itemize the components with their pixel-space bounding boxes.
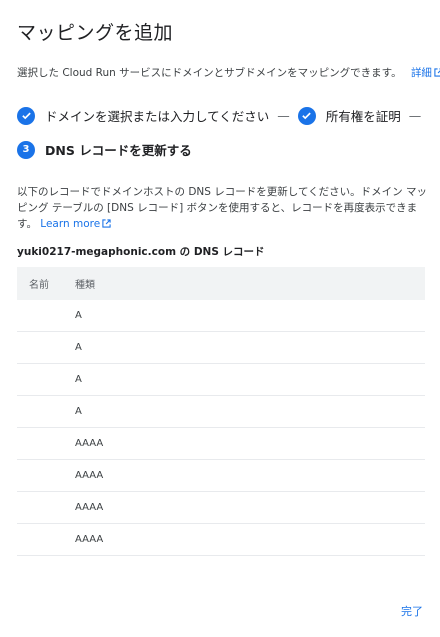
dialog-title: マッピングを追加 (17, 22, 174, 44)
table-row: AAAA (17, 428, 425, 460)
step-3: 3 DNS レコードを更新する (17, 140, 192, 159)
table-header: 名前 種類 (17, 267, 425, 300)
record-type: A (75, 342, 82, 353)
step-1-label: ドメインを選択または入力してください (45, 109, 270, 124)
table-body: A A A A AAAA AAAA AAAA AAAA (17, 300, 425, 556)
step-2-label: 所有権を証明 (325, 109, 401, 124)
table-row: AAAA (17, 524, 425, 556)
check-circle-icon (17, 106, 35, 125)
column-header-name: 名前 (29, 280, 49, 291)
record-type: AAAA (75, 534, 104, 545)
table-row: A (17, 300, 425, 332)
step-3-label: DNS レコードを更新する (45, 143, 192, 158)
record-type: A (75, 406, 82, 417)
check-circle-icon (297, 106, 316, 125)
record-type: A (75, 374, 82, 385)
record-type: AAAA (75, 502, 104, 513)
external-link-icon (102, 219, 111, 228)
done-button[interactable]: 完了 (401, 603, 423, 619)
description-text: 選択した Cloud Run サービスにドメインとサブドメインをマッピングできま… (17, 67, 402, 79)
table-row: A (17, 396, 425, 428)
learn-more-link[interactable]: Learn more (40, 218, 111, 230)
column-header-type: 種類 (75, 280, 95, 291)
table-row: A (17, 332, 425, 364)
table-row: AAAA (17, 460, 425, 492)
details-link[interactable]: 詳細 (411, 67, 440, 79)
dialog-description: 選択した Cloud Run サービスにドメインとサブドメインをマッピングできま… (17, 65, 440, 80)
step-separator: — (408, 108, 422, 123)
learn-more-label: Learn more (40, 218, 101, 230)
instructions: 以下のレコードでドメインホストの DNS レコードを更新してください。ドメイン … (17, 184, 427, 232)
record-type: A (75, 310, 82, 321)
step-3-number: 3 (17, 140, 35, 159)
record-type: AAAA (75, 438, 104, 449)
stepper: ドメインを選択または入力してください — 所有権を証明 — (17, 106, 429, 125)
details-link-label: 詳細 (410, 67, 432, 79)
record-type: AAAA (75, 470, 104, 481)
table-row: AAAA (17, 492, 425, 524)
table-row: A (17, 364, 425, 396)
dns-records-table: 名前 種類 A A A A AAAA AAAA AAAA AAAA (17, 267, 425, 556)
external-link-icon (434, 68, 440, 77)
records-heading: yuki0217-megaphonic.com の DNS レコード (17, 246, 265, 258)
step-separator: — (277, 108, 290, 123)
